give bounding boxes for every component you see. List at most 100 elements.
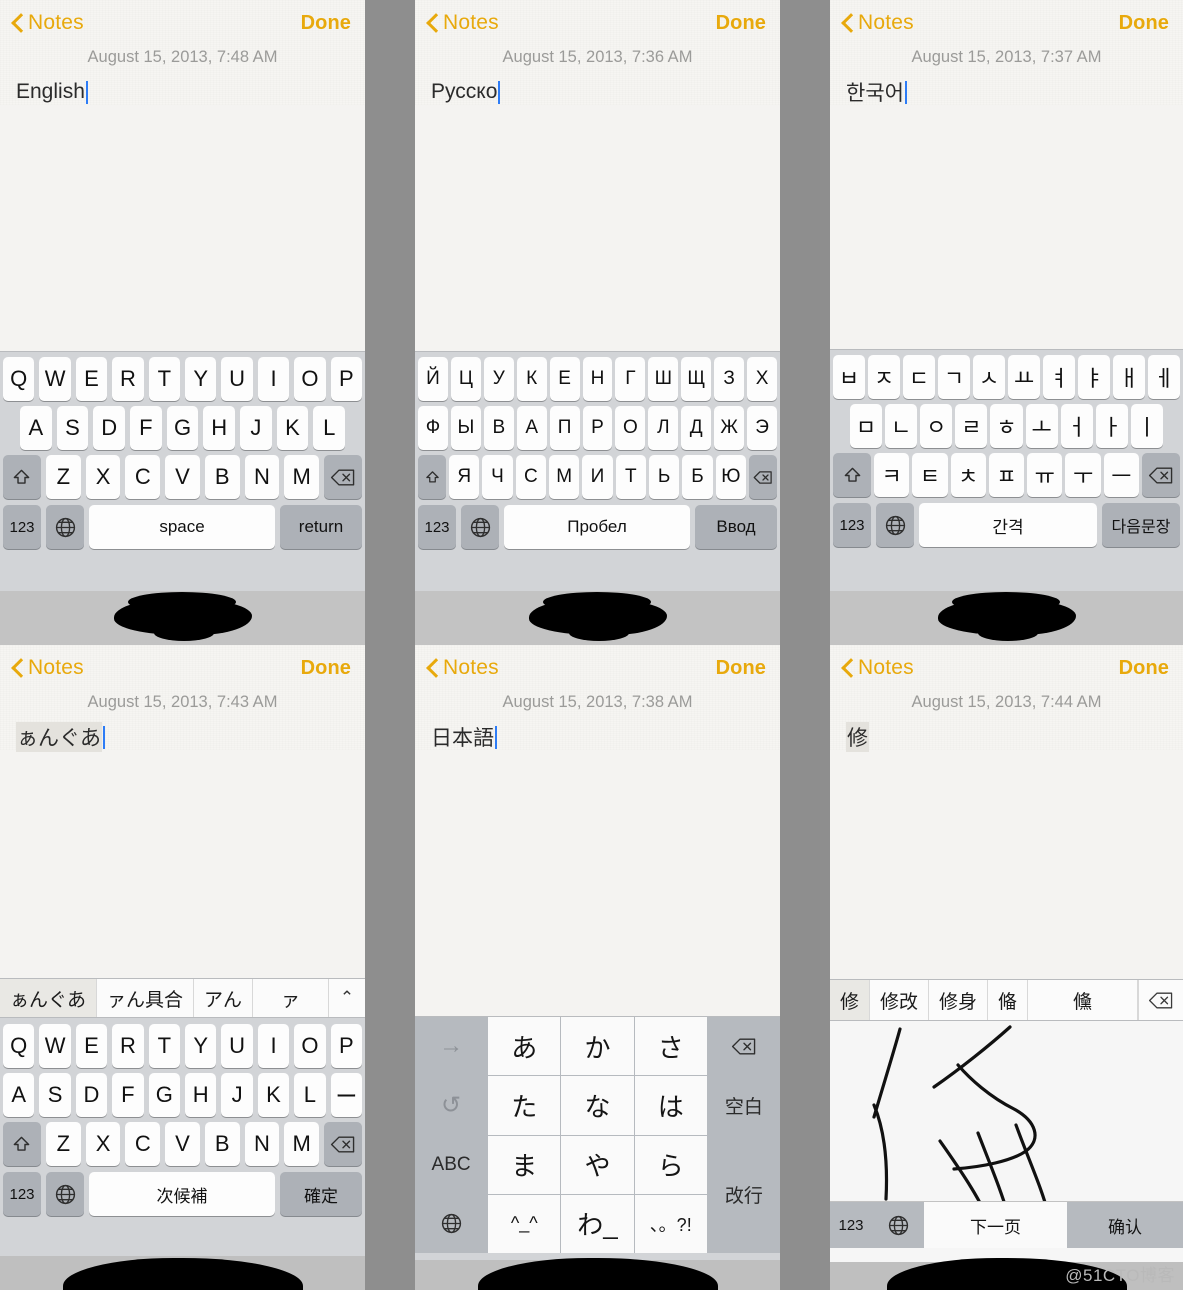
key[interactable]: E <box>75 1024 108 1068</box>
note-body-japanese-romaji[interactable]: ぁんぐあ <box>16 722 365 752</box>
backspace-key[interactable] <box>1138 980 1183 1020</box>
back-button-chinese[interactable]: Notes <box>842 656 914 680</box>
key[interactable]: A <box>19 406 52 450</box>
key[interactable]: ㅑ <box>1078 355 1110 399</box>
key[interactable]: ㅕ <box>1043 355 1075 399</box>
back-button-russian[interactable]: Notes <box>427 11 499 35</box>
key[interactable]: У <box>483 357 514 401</box>
note-body-korean[interactable]: 한국어 <box>846 79 1183 105</box>
key[interactable]: Г <box>615 357 646 401</box>
key[interactable]: Р <box>582 406 613 450</box>
key[interactable]: N <box>244 1122 280 1166</box>
back-button-japanese-kana[interactable]: Notes <box>427 656 499 680</box>
key[interactable]: Е <box>549 357 580 401</box>
key[interactable]: И <box>582 455 613 499</box>
shift-key[interactable] <box>2 455 41 499</box>
kana-key-wa[interactable]: わ_ <box>561 1194 634 1253</box>
key[interactable]: Т <box>615 455 646 499</box>
emoticon-key[interactable]: ^_^ <box>488 1194 561 1253</box>
key[interactable]: J <box>221 1073 253 1117</box>
key[interactable]: ㅌ <box>912 453 948 497</box>
next-page-key[interactable]: 下一页 <box>924 1202 1067 1248</box>
key-long-vowel[interactable]: ー <box>330 1073 363 1117</box>
kana-key-ka[interactable]: か <box>561 1017 634 1076</box>
return-key[interactable]: Ввод <box>695 505 777 549</box>
key[interactable]: K <box>276 406 309 450</box>
kana-key-ra[interactable]: ら <box>634 1135 707 1194</box>
candidate-item[interactable]: 儵 <box>1028 980 1138 1020</box>
done-button-korean[interactable]: Done <box>1119 12 1169 35</box>
key[interactable]: M <box>284 455 320 499</box>
key[interactable]: T <box>148 357 180 401</box>
note-body-russian[interactable]: Русско <box>431 79 780 105</box>
key[interactable]: ㅁ <box>850 404 883 448</box>
key[interactable]: М <box>549 455 580 499</box>
kana-key-na[interactable]: な <box>561 1076 634 1135</box>
key[interactable]: ㅣ <box>1130 404 1163 448</box>
confirm-key[interactable]: 确认 <box>1067 1202 1183 1248</box>
key[interactable]: O <box>294 357 326 401</box>
key[interactable]: Х <box>747 357 777 401</box>
cursor-forward-key[interactable]: → <box>415 1017 488 1076</box>
note-body-japanese-kana[interactable]: 日本語 <box>431 724 780 750</box>
shift-key[interactable] <box>418 455 447 499</box>
backspace-key[interactable] <box>324 455 363 499</box>
key[interactable]: E <box>75 357 108 401</box>
key[interactable]: G <box>148 1073 180 1117</box>
key[interactable]: Щ <box>681 357 712 401</box>
key[interactable]: А <box>516 406 547 450</box>
key[interactable]: ㄷ <box>903 355 935 399</box>
key[interactable]: L <box>313 406 346 450</box>
numeric-key[interactable]: 123 <box>830 1202 872 1248</box>
numeric-key[interactable]: 123 <box>3 1172 41 1216</box>
kana-key-ta[interactable]: た <box>488 1076 561 1135</box>
candidate-item[interactable]: ァ <box>253 979 329 1017</box>
numeric-key[interactable]: 123 <box>418 505 456 549</box>
note-body-english[interactable]: English <box>16 79 365 105</box>
key[interactable]: Й <box>418 357 448 401</box>
backspace-key[interactable] <box>1141 453 1180 497</box>
back-button-japanese-romaji[interactable]: Notes <box>12 656 84 680</box>
key[interactable]: ㅓ <box>1060 404 1093 448</box>
key[interactable]: B <box>204 1122 240 1166</box>
return-key[interactable]: 다음문장 <box>1102 503 1180 547</box>
note-body-chinese[interactable]: 修 <box>846 722 1183 752</box>
key[interactable]: ㅇ <box>920 404 953 448</box>
kana-key-ma[interactable]: ま <box>488 1135 561 1194</box>
key[interactable]: W <box>39 1024 71 1068</box>
key[interactable]: O <box>294 1024 326 1068</box>
key[interactable]: Ч <box>482 455 513 499</box>
key[interactable]: К <box>516 357 547 401</box>
key[interactable]: ㅋ <box>874 453 910 497</box>
key[interactable]: Z <box>45 1122 81 1166</box>
key[interactable]: Ю <box>715 455 746 499</box>
key[interactable]: Н <box>582 357 613 401</box>
key[interactable]: P <box>330 357 363 401</box>
key[interactable]: C <box>125 455 161 499</box>
key[interactable]: I <box>257 1024 290 1068</box>
done-button-russian[interactable]: Done <box>716 12 766 35</box>
key[interactable]: Л <box>648 406 679 450</box>
key[interactable]: Q <box>2 1024 35 1068</box>
note-area-japanese-kana[interactable]: Notes Done August 15, 2013, 7:38 AM 日本語 <box>415 645 780 750</box>
key[interactable]: ㅛ <box>1008 355 1040 399</box>
key[interactable]: Э <box>747 406 777 450</box>
key[interactable]: U <box>221 357 253 401</box>
candidate-item[interactable]: 修身 <box>929 980 989 1020</box>
kana-key-sa[interactable]: さ <box>634 1017 707 1076</box>
key[interactable]: U <box>221 1024 253 1068</box>
key[interactable]: Y <box>185 1024 217 1068</box>
done-button-japanese-kana[interactable]: Done <box>716 657 766 680</box>
done-button-chinese[interactable]: Done <box>1119 657 1169 680</box>
key[interactable]: Y <box>185 357 217 401</box>
key[interactable]: T <box>148 1024 180 1068</box>
space-key[interactable]: 空白 <box>707 1076 780 1135</box>
note-area-chinese[interactable]: Notes Done August 15, 2013, 7:44 AM 修 <box>830 645 1183 752</box>
key[interactable]: Ж <box>714 406 745 450</box>
key[interactable]: S <box>39 1073 71 1117</box>
key[interactable]: ㄱ <box>938 355 970 399</box>
key[interactable]: X <box>85 455 121 499</box>
candidate-item[interactable]: 偹 <box>988 980 1029 1020</box>
space-key[interactable]: Пробел <box>504 505 690 549</box>
key[interactable]: ㅍ <box>988 453 1025 497</box>
